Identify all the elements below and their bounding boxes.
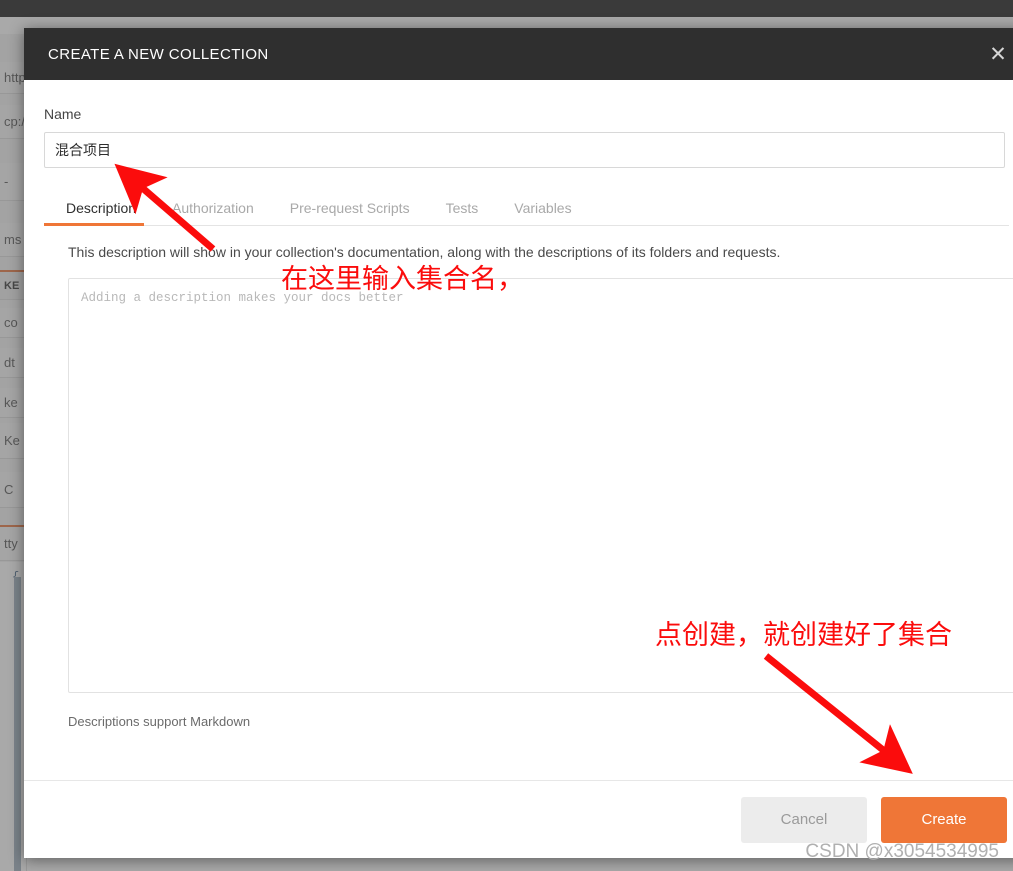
cancel-button[interactable]: Cancel <box>741 797 867 843</box>
tab-variables[interactable]: Variables <box>496 200 589 225</box>
create-collection-modal: CREATE A NEW COLLECTION ✕ Name Descripti… <box>24 28 1013 858</box>
csdn-watermark: CSDN @x3054534995 <box>805 841 999 863</box>
close-icon[interactable]: ✕ <box>985 41 1011 67</box>
modal-body: Name Description Authorization Pre-reque… <box>24 80 1013 780</box>
app-title-bar <box>0 0 1013 17</box>
tab-tests[interactable]: Tests <box>428 200 497 225</box>
modal-title: CREATE A NEW COLLECTION <box>48 46 269 63</box>
description-help-text: This description will show in your colle… <box>68 244 1009 260</box>
tab-authorization[interactable]: Authorization <box>154 200 272 225</box>
collection-name-input[interactable] <box>44 132 1005 168</box>
tab-pre-request-scripts[interactable]: Pre-request Scripts <box>272 200 428 225</box>
screen: httpcp:/-msKEcodtkeKeCtty { CREATE A NEW… <box>0 0 1013 871</box>
create-button[interactable]: Create <box>881 797 1007 843</box>
modal-header: CREATE A NEW COLLECTION ✕ <box>24 28 1013 80</box>
markdown-note: Descriptions support Markdown <box>68 714 1009 729</box>
tab-description[interactable]: Description <box>44 200 154 225</box>
description-textarea[interactable] <box>68 278 1013 693</box>
modal-tabs: Description Authorization Pre-request Sc… <box>44 190 1009 226</box>
name-label: Name <box>44 106 1009 122</box>
